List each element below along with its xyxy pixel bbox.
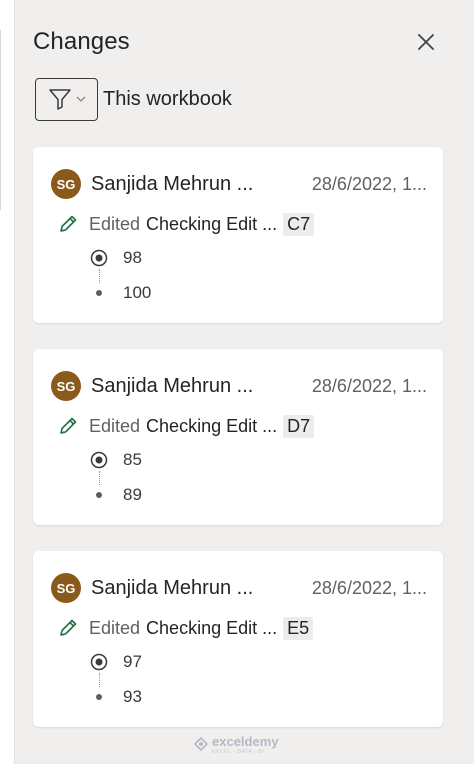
author-name: Sanjida Mehrun ... <box>91 172 254 195</box>
dot-icon <box>96 290 102 296</box>
card-header: SG Sanjida Mehrun ... 28/6/2022, 1... <box>51 573 427 603</box>
cell-reference[interactable]: C7 <box>283 212 315 236</box>
filter-icon <box>48 89 71 110</box>
close-icon <box>418 34 434 50</box>
edit-summary: Edited Checking Edit ... C7 <box>57 211 427 237</box>
change-date: 28/6/2022, 1... <box>311 375 427 396</box>
avatar: SG <box>51 169 81 199</box>
watermark-tagline: EXCEL · DATA · BI <box>212 748 265 755</box>
new-value-row: 85 <box>89 448 142 472</box>
change-card[interactable]: SG Sanjida Mehrun ... 28/6/2022, 1... Ed… <box>33 551 443 727</box>
cell-reference[interactable]: E5 <box>283 616 314 640</box>
radio-selected-icon <box>90 451 108 469</box>
avatar: SG <box>51 371 81 401</box>
changes-pane: Changes This workbook SG Sanjida Mehrun … <box>14 0 474 764</box>
change-date: 28/6/2022, 1... <box>311 173 427 194</box>
old-value-row: 93 <box>89 685 142 709</box>
exceldemy-logo-icon <box>193 736 209 752</box>
radio-selected-icon <box>90 653 108 671</box>
pencil-icon <box>60 417 77 434</box>
change-card[interactable]: SG Sanjida Mehrun ... 28/6/2022, 1... Ed… <box>33 349 443 525</box>
watermark-brand: exceldemy <box>212 733 279 749</box>
old-value-row: 89 <box>89 483 142 507</box>
cell-reference[interactable]: D7 <box>283 414 315 438</box>
edit-summary: Edited Checking Edit ... E5 <box>57 615 427 641</box>
filter-label: This workbook <box>103 87 232 110</box>
edit-sheet-name: Checking Edit ... <box>146 617 278 638</box>
edit-sheet-name: Checking Edit ... <box>146 213 278 234</box>
dot-icon <box>96 492 102 498</box>
pane-header: Changes <box>33 28 454 58</box>
old-value-row: 100 <box>89 281 151 305</box>
old-value: 93 <box>123 687 142 706</box>
radio-selected-icon <box>90 249 108 267</box>
card-header: SG Sanjida Mehrun ... 28/6/2022, 1... <box>51 169 427 199</box>
watermark: exceldemy EXCEL · DATA · BI <box>193 733 279 755</box>
old-value: 89 <box>123 485 142 504</box>
edit-verb: Edited <box>89 213 141 234</box>
edit-sheet-name: Checking Edit ... <box>146 415 278 436</box>
edit-verb: Edited <box>89 415 141 436</box>
dot-icon <box>96 694 102 700</box>
edit-summary: Edited Checking Edit ... D7 <box>57 413 427 439</box>
avatar: SG <box>51 573 81 603</box>
new-value-row: 98 <box>89 246 142 270</box>
filter-button[interactable] <box>35 77 98 121</box>
author-name: Sanjida Mehrun ... <box>91 374 254 397</box>
card-header: SG Sanjida Mehrun ... 28/6/2022, 1... <box>51 371 427 401</box>
edit-verb: Edited <box>89 617 141 638</box>
pencil-icon <box>60 619 77 636</box>
author-name: Sanjida Mehrun ... <box>91 576 254 599</box>
sheet-gridline <box>0 30 1 210</box>
new-value: 85 <box>123 450 142 469</box>
filter-row: This workbook <box>35 77 232 121</box>
chevron-down-icon <box>76 96 85 102</box>
new-value-row: 97 <box>89 650 142 674</box>
close-button[interactable] <box>414 30 438 54</box>
pencil-icon <box>60 215 77 232</box>
new-value: 98 <box>123 248 142 267</box>
new-value: 97 <box>123 652 142 671</box>
change-date: 28/6/2022, 1... <box>311 577 427 598</box>
change-card[interactable]: SG Sanjida Mehrun ... 28/6/2022, 1... Ed… <box>33 147 443 323</box>
pane-title: Changes <box>33 28 130 55</box>
old-value: 100 <box>123 283 152 302</box>
sheet-edge <box>0 0 14 764</box>
